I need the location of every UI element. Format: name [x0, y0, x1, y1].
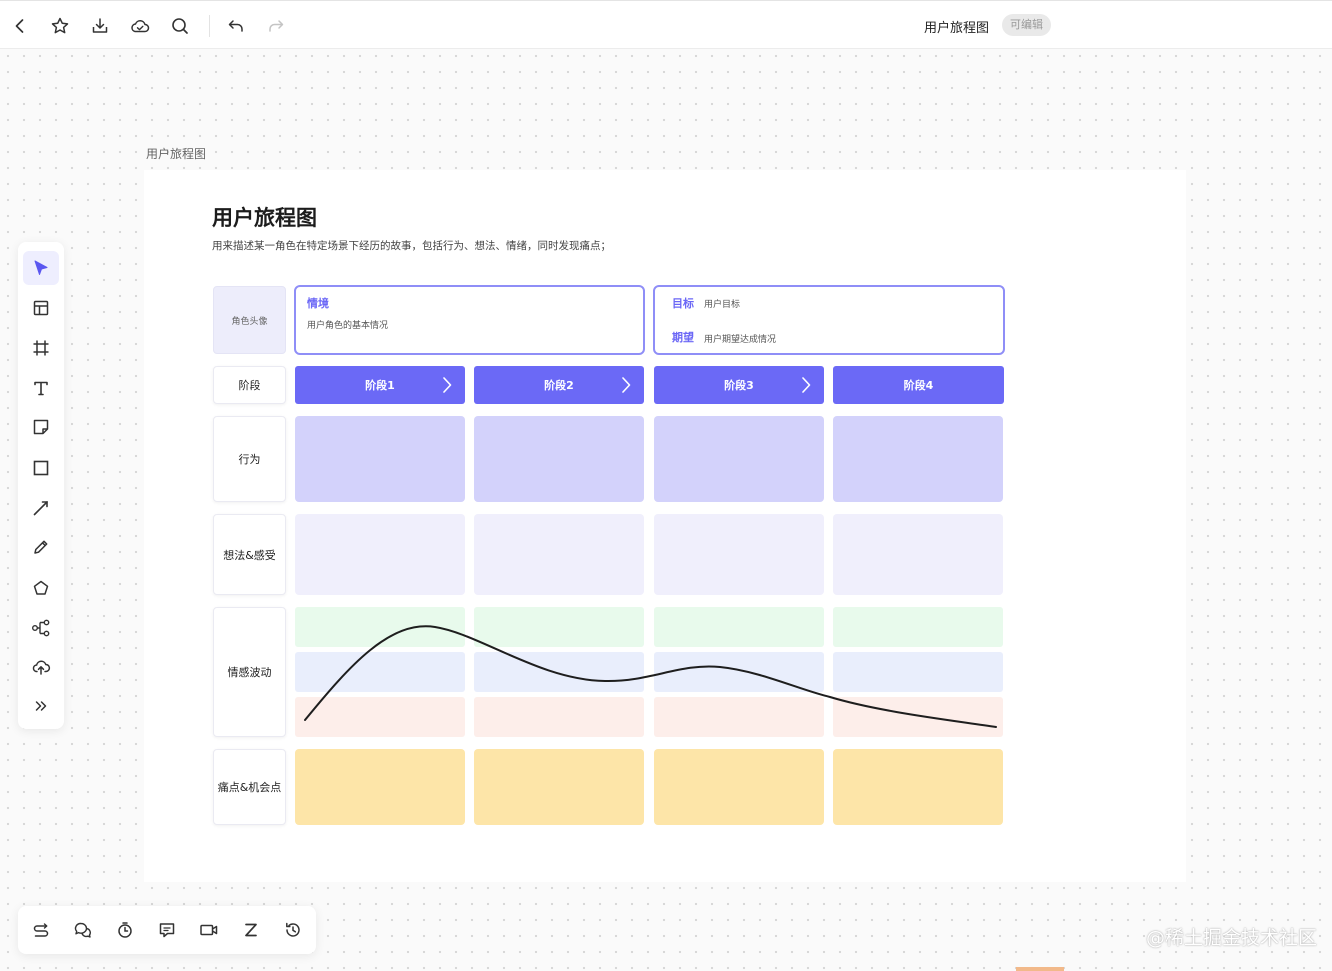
stage-label-4: 阶段4 — [903, 379, 934, 392]
stage-card-4[interactable]: 阶段4 — [833, 366, 1004, 404]
context-card[interactable]: 情境 用户角色的基本情况 — [294, 285, 645, 355]
behavior-cell-3[interactable] — [654, 416, 824, 502]
thoughts-cell-3[interactable] — [654, 514, 824, 595]
role-avatar-card[interactable]: 角色头像 — [213, 286, 286, 354]
star-icon[interactable] — [48, 14, 72, 38]
goal-text: 用户目标 — [704, 300, 741, 310]
video-icon[interactable] — [197, 918, 221, 942]
stage-card-2[interactable]: 阶段2 — [474, 366, 644, 404]
sticky-note-icon[interactable] — [23, 410, 59, 444]
frame-icon[interactable] — [23, 331, 59, 365]
more-icon[interactable] — [23, 689, 59, 723]
chevron-right-icon — [443, 377, 452, 393]
pain-cell-2[interactable] — [474, 749, 644, 825]
thoughts-cell-4[interactable] — [833, 514, 1003, 595]
emotion-neutral-cell-4[interactable] — [833, 652, 1003, 692]
emotion-negative-cell-4[interactable] — [833, 697, 1003, 737]
behavior-cell-1[interactable] — [295, 416, 465, 502]
undo-icon[interactable] — [224, 14, 248, 38]
timer-icon[interactable] — [113, 918, 137, 942]
row-header-thoughts[interactable]: 想法&感受 — [213, 514, 286, 595]
upload-icon[interactable] — [23, 650, 59, 684]
rectangle-icon[interactable] — [23, 451, 59, 485]
thoughts-cell-2[interactable] — [474, 514, 644, 595]
stage-label-2: 阶段2 — [544, 379, 574, 392]
watermark: @稀土掘金技术社区 — [1146, 927, 1318, 949]
emotion-neutral-cell-1[interactable] — [295, 652, 465, 692]
behavior-cell-4[interactable] — [833, 416, 1003, 502]
pain-cell-3[interactable] — [654, 749, 824, 825]
row-header-pain-points[interactable]: 痛点&机会点 — [213, 749, 286, 825]
toolbar-divider — [209, 15, 210, 37]
top-bar: 用户旅程图 可编辑 — [0, 0, 1332, 49]
select-icon[interactable] — [23, 251, 59, 285]
back-icon[interactable] — [8, 14, 32, 38]
expect-label: 期望 — [672, 331, 694, 344]
sleep-icon[interactable] — [239, 918, 263, 942]
stage-card-3[interactable]: 阶段3 — [654, 366, 824, 404]
behavior-cell-2[interactable] — [474, 416, 644, 502]
thoughts-cell-1[interactable] — [295, 514, 465, 595]
pain-cell-1[interactable] — [295, 749, 465, 825]
board-description[interactable]: 用来描述某一角色在特定场景下经历的故事，包括行为、想法、情绪，同时发现痛点； — [212, 238, 611, 253]
left-toolbar — [18, 242, 64, 729]
emotion-positive-cell-4[interactable] — [833, 607, 1003, 647]
row-header-emotion[interactable]: 情感波动 — [213, 607, 286, 737]
chat-icon[interactable] — [155, 918, 179, 942]
polygon-icon[interactable] — [23, 571, 59, 605]
chevron-right-icon — [802, 377, 811, 393]
context-text: 用户角色的基本情况 — [307, 321, 389, 331]
context-label: 情境 — [307, 297, 329, 310]
goal-card[interactable]: 目标 用户目标 期望 用户期望达成情况 — [653, 285, 1005, 355]
switch-icon[interactable] — [29, 918, 53, 942]
emotion-negative-cell-2[interactable] — [474, 697, 644, 737]
history-icon[interactable] — [281, 918, 305, 942]
chevron-right-icon — [622, 377, 631, 393]
bottom-toolbar — [18, 906, 316, 954]
emotion-positive-cell-1[interactable] — [295, 607, 465, 647]
search-icon[interactable] — [168, 14, 192, 38]
board-title[interactable]: 用户旅程图 — [212, 202, 317, 232]
mindmap-icon[interactable] — [23, 611, 59, 645]
emotion-positive-cell-2[interactable] — [474, 607, 644, 647]
stage-label-3: 阶段3 — [724, 379, 754, 392]
stage-label-1: 阶段1 — [365, 379, 395, 392]
scroll-indicator — [1016, 967, 1064, 971]
download-icon[interactable] — [88, 14, 112, 38]
cloud-icon[interactable] — [128, 14, 152, 38]
pain-cell-4[interactable] — [833, 749, 1003, 825]
emotion-neutral-cell-2[interactable] — [474, 652, 644, 692]
redo-icon[interactable] — [264, 14, 288, 38]
line-icon[interactable] — [23, 491, 59, 525]
row-header-behavior[interactable]: 行为 — [213, 416, 286, 502]
frame-label[interactable]: 用户旅程图 — [146, 145, 206, 162]
comments-icon[interactable] — [71, 918, 95, 942]
emotion-negative-cell-3[interactable] — [654, 697, 824, 737]
expect-text: 用户期望达成情况 — [704, 335, 777, 345]
goal-label: 目标 — [672, 297, 694, 310]
pen-icon[interactable] — [23, 530, 59, 564]
emotion-positive-cell-3[interactable] — [654, 607, 824, 647]
edit-permission-badge[interactable]: 可编辑 — [1002, 14, 1051, 36]
stage-card-1[interactable]: 阶段1 — [295, 366, 465, 404]
emotion-negative-cell-1[interactable] — [295, 697, 465, 737]
layout-icon[interactable] — [23, 291, 59, 325]
text-icon[interactable] — [23, 371, 59, 405]
row-header-stage[interactable]: 阶段 — [213, 366, 286, 404]
emotion-neutral-cell-3[interactable] — [654, 652, 824, 692]
document-title[interactable]: 用户旅程图 — [924, 17, 989, 36]
